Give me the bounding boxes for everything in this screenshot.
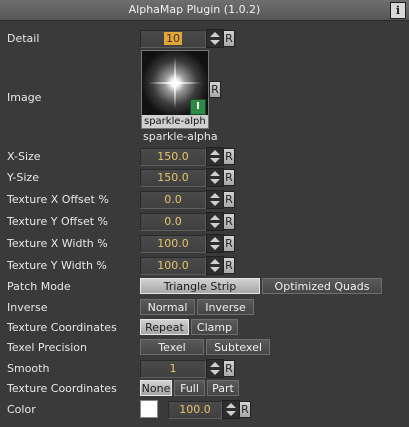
spin-up-icon[interactable] xyxy=(210,193,220,198)
image-name: sparkle-alpha xyxy=(143,130,218,143)
image-type-badge-icon: I xyxy=(190,99,206,115)
image-reset-button[interactable]: R xyxy=(209,81,221,98)
spin-up-icon[interactable] xyxy=(210,150,220,155)
inverse-label: Inverse xyxy=(7,301,48,314)
x-size-field[interactable]: 150.0 xyxy=(140,148,206,166)
tex-x-width-field[interactable]: 100.0 xyxy=(140,235,206,253)
spin-down-icon[interactable] xyxy=(210,179,220,184)
detail-reset-button[interactable]: R xyxy=(223,30,235,47)
tex-coords-full-button[interactable]: Full xyxy=(174,380,205,396)
detail-label: Detail xyxy=(7,32,40,45)
x-size-spinner[interactable] xyxy=(206,147,224,166)
tex-coords-wrap-label: Texture Coordinates xyxy=(7,321,117,334)
tex-y-offset-label: Texture Y Offset % xyxy=(7,215,108,228)
tex-coords-part-button[interactable]: Part xyxy=(207,380,239,396)
image-label: Image xyxy=(7,91,42,104)
texel-precision-label: Texel Precision xyxy=(7,341,87,354)
tex-y-width-spinner[interactable] xyxy=(206,256,224,275)
color-swatch[interactable] xyxy=(140,400,158,418)
spin-up-icon[interactable] xyxy=(226,403,236,408)
tex-y-offset-field[interactable]: 0.0 xyxy=(140,213,206,231)
tex-x-width-spinner[interactable] xyxy=(206,234,224,253)
y-size-reset-button[interactable]: R xyxy=(223,169,235,186)
patch-mode-optimized-quads-button[interactable]: Optimized Quads xyxy=(262,278,382,294)
detail-field[interactable]: 10 xyxy=(140,30,206,48)
texel-precision-subtexel-button[interactable]: Subtexel xyxy=(206,339,270,355)
tex-coords-none-button[interactable]: None xyxy=(140,380,172,396)
spin-up-icon[interactable] xyxy=(210,32,220,37)
spin-up-icon[interactable] xyxy=(210,171,220,176)
x-size-label: X-Size xyxy=(7,150,41,163)
tex-y-width-label: Texture Y Width % xyxy=(7,259,107,272)
tex-y-width-field[interactable]: 100.0 xyxy=(140,257,206,275)
y-size-label: Y-Size xyxy=(7,171,39,184)
tex-coords-mode-label: Texture Coordinates xyxy=(7,382,117,395)
tex-x-offset-label: Texture X Offset % xyxy=(7,193,109,206)
tex-coords-clamp-button[interactable]: Clamp xyxy=(191,319,238,335)
tex-x-width-label: Texture X Width % xyxy=(7,237,108,250)
spin-up-icon[interactable] xyxy=(210,362,220,367)
tex-y-offset-reset-button[interactable]: R xyxy=(223,213,235,230)
spin-down-icon[interactable] xyxy=(210,201,220,206)
tex-x-offset-spinner[interactable] xyxy=(206,190,224,209)
color-reset-button[interactable]: R xyxy=(239,401,251,418)
tex-x-offset-field[interactable]: 0.0 xyxy=(140,191,206,209)
sparkle-ray-vertical xyxy=(174,57,176,109)
thumbnail-caption: sparkle-alph xyxy=(142,115,208,128)
spin-down-icon[interactable] xyxy=(210,223,220,228)
smooth-reset-button[interactable]: R xyxy=(223,360,235,377)
spin-up-icon[interactable] xyxy=(210,237,220,242)
smooth-label: Smooth xyxy=(7,362,50,375)
spin-up-icon[interactable] xyxy=(210,259,220,264)
spin-up-icon[interactable] xyxy=(210,215,220,220)
spin-down-icon[interactable] xyxy=(210,267,220,272)
inverse-normal-button[interactable]: Normal xyxy=(140,299,195,315)
y-size-spinner[interactable] xyxy=(206,168,224,187)
spin-down-icon[interactable] xyxy=(210,40,220,45)
color-spinner[interactable] xyxy=(222,400,240,419)
tex-x-offset-reset-button[interactable]: R xyxy=(223,191,235,208)
x-size-reset-button[interactable]: R xyxy=(223,148,235,165)
spin-down-icon[interactable] xyxy=(210,158,220,163)
spin-down-icon[interactable] xyxy=(210,245,220,250)
color-alpha-field[interactable]: 100.0 xyxy=(168,401,222,419)
title-bar: AlphaMap Plugin (1.0.2) i xyxy=(0,0,409,21)
y-size-field[interactable]: 150.0 xyxy=(140,169,206,187)
tex-coords-repeat-button[interactable]: Repeat xyxy=(140,319,189,335)
detail-spinner[interactable] xyxy=(206,29,224,48)
detail-value: 10 xyxy=(164,32,182,45)
smooth-spinner[interactable] xyxy=(206,359,224,378)
patch-mode-label: Patch Mode xyxy=(7,280,71,293)
tex-y-offset-spinner[interactable] xyxy=(206,212,224,231)
tex-y-width-reset-button[interactable]: R xyxy=(223,257,235,274)
spin-down-icon[interactable] xyxy=(210,370,220,375)
spin-down-icon[interactable] xyxy=(226,411,236,416)
window-title: AlphaMap Plugin (1.0.2) xyxy=(128,3,261,16)
patch-mode-triangle-strip-button[interactable]: Triangle Strip xyxy=(140,278,260,294)
tex-x-width-reset-button[interactable]: R xyxy=(223,235,235,252)
texel-precision-texel-button[interactable]: Texel xyxy=(140,339,204,355)
smooth-field[interactable]: 1 xyxy=(140,360,206,378)
info-button[interactable]: i xyxy=(390,2,406,19)
inverse-inverse-button[interactable]: Inverse xyxy=(197,299,254,315)
image-thumbnail[interactable]: I sparkle-alph xyxy=(141,50,209,129)
color-label: Color xyxy=(7,403,36,416)
